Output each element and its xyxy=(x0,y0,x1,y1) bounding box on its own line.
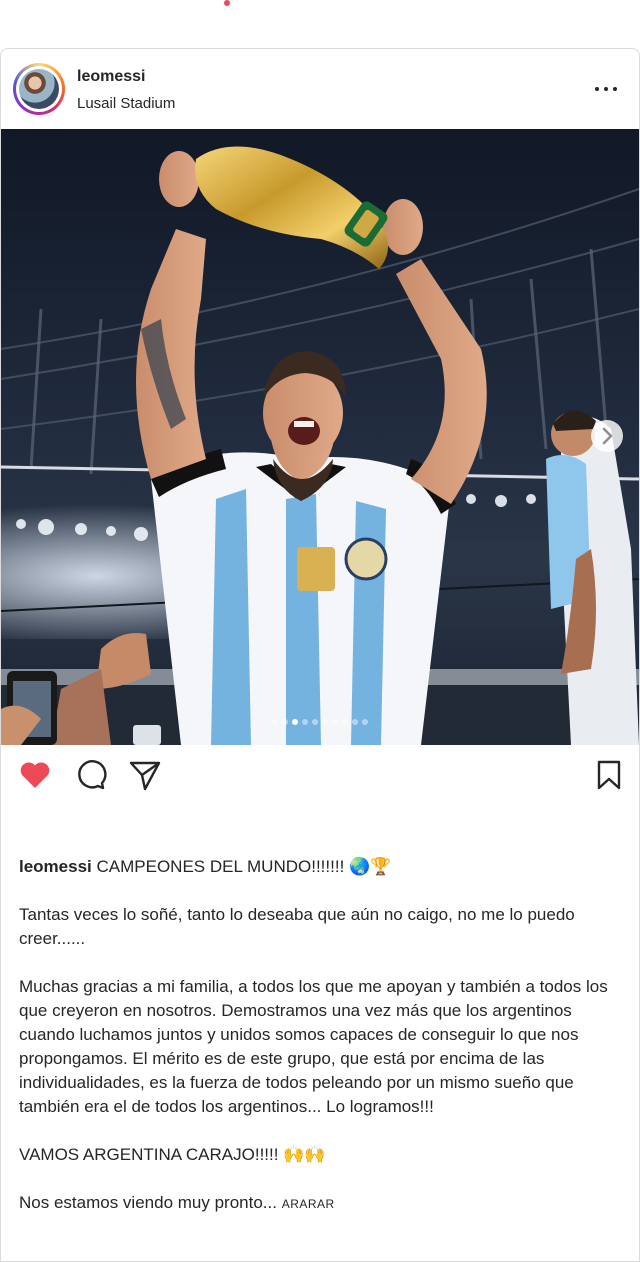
carousel-dot xyxy=(352,719,358,725)
post-header: leomessi Lusail Stadium xyxy=(1,49,639,129)
story-ring[interactable] xyxy=(13,63,65,115)
carousel-dot xyxy=(302,719,308,725)
caption-paragraph: Tantas veces lo soñé, tanto lo deseaba q… xyxy=(19,905,575,948)
more-dot-icon xyxy=(613,87,617,91)
caption-last-text: Nos estamos viendo muy pronto... xyxy=(19,1193,277,1212)
carousel-dot xyxy=(312,719,318,725)
photo-illustration xyxy=(1,129,639,745)
carousel-dot-active xyxy=(292,719,298,725)
carousel-dot xyxy=(282,719,288,725)
caption-more-link[interactable]: ARARAR xyxy=(282,1197,335,1211)
carousel-dot xyxy=(362,719,368,725)
caption-username[interactable]: leomessi xyxy=(19,857,92,876)
post-actions-bar xyxy=(1,745,639,809)
like-button[interactable] xyxy=(17,757,53,793)
caption-last-line: Nos estamos viendo muy pronto... ARARAR xyxy=(19,1191,623,1216)
caption-paragraph-vamos: VAMOS ARGENTINA CARAJO!!!!! 🙌🙌 xyxy=(19,1143,623,1167)
share-button[interactable] xyxy=(127,757,163,793)
globe-trophy-emoji-icon: 🌏🏆 xyxy=(349,857,392,876)
carousel-dot xyxy=(342,719,348,725)
more-dot-icon xyxy=(604,87,608,91)
comment-button[interactable] xyxy=(72,757,108,793)
caption-headline: CAMPEONES DEL MUNDO!!!!!!! xyxy=(96,857,345,876)
caption-first-line: leomessi CAMPEONES DEL MUNDO!!!!!!! 🌏🏆 xyxy=(19,855,623,879)
caption-vamos-text: VAMOS ARGENTINA CARAJO!!!!! xyxy=(19,1145,279,1164)
more-options-button[interactable] xyxy=(591,79,621,99)
caption-paragraph: Muchas gracias a mi familia, a todos los… xyxy=(19,977,608,1116)
post-location[interactable]: Lusail Stadium xyxy=(77,95,175,112)
post-card: leomessi Lusail Stadium leomessi CAMPEON… xyxy=(0,48,640,1262)
save-button[interactable] xyxy=(591,757,627,793)
avatar-frame xyxy=(16,66,62,112)
more-dot-icon xyxy=(595,87,599,91)
carousel-dot xyxy=(272,719,278,725)
post-caption: leomessi CAMPEONES DEL MUNDO!!!!!!! 🌏🏆 T… xyxy=(19,855,623,1240)
avatar xyxy=(19,69,59,109)
notification-dot xyxy=(224,0,230,6)
carousel-next-button[interactable] xyxy=(591,420,623,452)
post-username[interactable]: leomessi xyxy=(77,68,145,86)
carousel-dot xyxy=(322,719,328,725)
carousel-indicator xyxy=(1,719,639,725)
carousel-dot xyxy=(332,719,338,725)
heart-filled-icon xyxy=(20,762,50,788)
chevron-right-icon xyxy=(602,427,613,445)
raised-hands-emoji-icon: 🙌🙌 xyxy=(283,1145,326,1164)
comment-icon xyxy=(78,760,107,790)
post-photo[interactable] xyxy=(1,129,639,745)
paper-plane-icon xyxy=(129,761,161,791)
bookmark-icon xyxy=(597,760,621,790)
